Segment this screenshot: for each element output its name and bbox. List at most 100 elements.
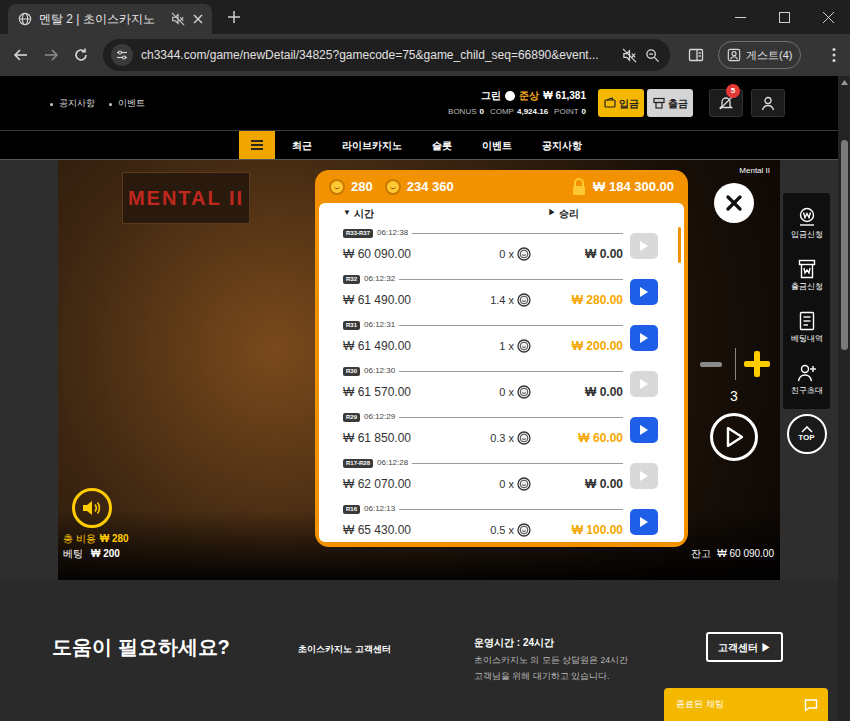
play-icon xyxy=(639,516,649,528)
menu-icon[interactable] xyxy=(824,41,844,69)
page: 공지사항이벤트 그린 준상 ₩ 61,381 BONUS0COMP4,924.1… xyxy=(0,76,838,721)
round-time: 06:12:28 xyxy=(377,457,408,469)
support-button[interactable]: 고객센터 ▶ xyxy=(706,632,783,662)
withdraw-button[interactable]: 출금 xyxy=(647,89,693,117)
chat-widget[interactable]: 종료된 채팅 xyxy=(664,688,828,721)
round-multiplier: 0.3 x xyxy=(490,430,514,447)
side-menu-item[interactable]: 친구초대 xyxy=(783,353,830,405)
hamburger-icon[interactable] xyxy=(239,131,275,159)
nav-item[interactable]: 이벤트 xyxy=(482,138,512,153)
close-window-icon[interactable] xyxy=(806,0,850,34)
spin-button[interactable] xyxy=(710,413,758,461)
user-stats: BONUS0COMP4,924.16POINT0 xyxy=(448,106,586,118)
history-row: R2906:12:29₩ 61 850.000.3 x₩ 60.00 xyxy=(319,407,684,453)
deposit-icon xyxy=(798,207,816,227)
user-info: 그린 준상 ₩ 61,381 BONUS0COMP4,924.16POINT0 xyxy=(448,88,586,118)
close-tab-icon[interactable] xyxy=(192,13,204,25)
side-menu-item[interactable]: 입금신청 xyxy=(783,197,830,249)
round-balance: ₩ 60 090.00 xyxy=(343,245,451,263)
history-column[interactable]: ▼시간 xyxy=(343,206,548,221)
account-button[interactable] xyxy=(751,89,785,117)
round-balance: ₩ 61 490.00 xyxy=(343,291,451,309)
round-multiplier: 0.5 x xyxy=(490,522,514,539)
smiley-coin-icon xyxy=(385,179,401,195)
mute-icon[interactable] xyxy=(622,48,637,63)
side-menu-item[interactable]: 베팅내역 xyxy=(783,301,830,353)
round-win: ₩ 100.00 xyxy=(531,521,623,539)
address-bar[interactable]: ch3344.com/game/newDetail/34825?gamecode… xyxy=(103,39,670,71)
side-menu-item[interactable]: 출금신청 xyxy=(783,249,830,301)
site-info-icon[interactable] xyxy=(111,44,133,66)
round-win: ₩ 0.00 xyxy=(531,245,623,263)
replay-button[interactable] xyxy=(630,325,658,351)
minimize-icon[interactable] xyxy=(718,0,762,34)
play-icon xyxy=(725,427,743,447)
smiley-coin-icon xyxy=(329,179,345,195)
row-rule xyxy=(399,371,623,372)
page-scrollbar[interactable] xyxy=(838,76,850,721)
game-canvas[interactable]: MENTAL II Mental II 280 234 360 ₩ 184 30… xyxy=(58,160,780,580)
replay-button xyxy=(630,233,658,259)
nav-item[interactable]: 최근 xyxy=(292,138,312,153)
bet-minus-button[interactable] xyxy=(700,362,722,367)
round-win: ₩ 280.00 xyxy=(531,291,623,309)
close-icon xyxy=(726,195,742,211)
deposit-button[interactable]: 입금 xyxy=(598,89,644,117)
header-link[interactable]: 공지사항 xyxy=(50,97,95,111)
new-tab-icon[interactable] xyxy=(222,5,246,29)
zoom-icon[interactable] xyxy=(645,48,660,63)
history-column[interactable]: ▶승리 xyxy=(548,206,658,221)
scroll-thumb[interactable] xyxy=(841,140,848,350)
stat: POINT0 xyxy=(554,106,586,118)
round-multiplier: 0 x xyxy=(499,246,514,263)
tab-mute-icon[interactable] xyxy=(171,12,185,26)
invite-friend-icon xyxy=(797,363,817,383)
site-header: 공지사항 이벤트 그린 준상 ₩ 61,381 BONUS0COMP4,924.1… xyxy=(0,76,838,130)
total-cost: 총 비용 ₩ 280 xyxy=(63,531,129,546)
round-balance: ₩ 61 490.00 xyxy=(343,337,451,355)
row-rule xyxy=(412,463,623,464)
main-nav: 최근 라이브카지노 슬롯 이벤트 공지사항 xyxy=(0,130,838,160)
history-scrollbar[interactable] xyxy=(678,227,681,263)
user-icon xyxy=(760,95,776,111)
scroll-up-icon[interactable] xyxy=(841,80,848,85)
coin-icon xyxy=(517,523,531,537)
back-icon[interactable] xyxy=(6,40,36,70)
reload-icon[interactable] xyxy=(66,40,96,70)
maximize-icon[interactable] xyxy=(762,0,806,34)
history-row: R1606:12:13₩ 65 430.000.5 x₩ 100.00 xyxy=(319,499,684,542)
toolbar: ch3344.com/game/newDetail/34825?gamecode… xyxy=(0,34,850,76)
nav-item[interactable]: 라이브카지노 xyxy=(342,138,402,153)
coin-icon xyxy=(517,385,531,399)
notification-button[interactable]: 5 xyxy=(709,89,743,117)
round-win: ₩ 200.00 xyxy=(531,337,623,355)
bet-history-icon xyxy=(799,311,815,331)
history-row: R17-R2806:12:28₩ 62 070.000 x₩ 0.00 xyxy=(319,453,684,499)
replay-button xyxy=(630,463,658,489)
nav-item[interactable]: 공지사항 xyxy=(542,138,582,153)
reading-mode-icon[interactable] xyxy=(682,41,710,69)
round-multiplier: 1.4 x xyxy=(490,292,514,309)
profile-button[interactable]: 게스트(4) xyxy=(718,41,801,69)
round-win: ₩ 60.00 xyxy=(531,429,623,447)
forward-icon[interactable] xyxy=(36,40,66,70)
replay-button[interactable] xyxy=(630,509,658,535)
top-button[interactable]: TOP xyxy=(787,414,827,454)
round-time: 06:12:32 xyxy=(364,273,395,285)
history-row: R3206:12:32₩ 61 490.001.4 x₩ 280.00 xyxy=(319,269,684,315)
close-history-button[interactable] xyxy=(714,183,754,223)
header-link[interactable]: 이벤트 xyxy=(109,97,145,111)
sound-button[interactable] xyxy=(72,488,112,528)
bullet xyxy=(109,103,112,106)
round-badge: R33-R37 xyxy=(343,229,373,238)
person-icon xyxy=(727,48,741,62)
bet-plus-button[interactable] xyxy=(744,351,770,377)
history-header: 280 234 360 ₩ 184 300.00 xyxy=(319,170,684,203)
bet-divider xyxy=(735,348,736,380)
withdraw-icon xyxy=(798,259,816,279)
round-multiplier: 1 x xyxy=(499,338,514,355)
replay-button[interactable] xyxy=(630,279,658,305)
nav-item[interactable]: 슬롯 xyxy=(432,138,452,153)
replay-button[interactable] xyxy=(630,417,658,443)
browser-tab[interactable]: 멘탈 2 | 초이스카지노 xyxy=(8,4,212,34)
